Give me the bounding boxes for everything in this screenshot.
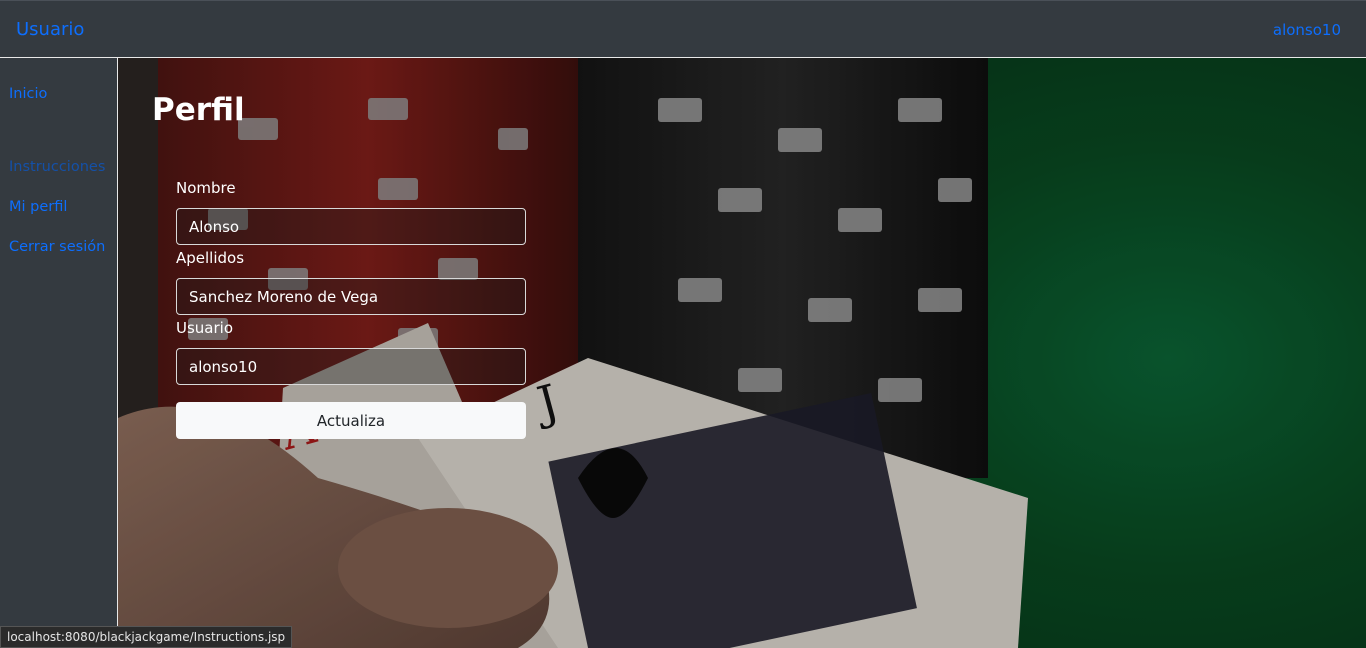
main-content: J A Perfil Nombre Apellidos Usuario Actu… <box>118 58 1366 648</box>
sidebar: Inicio Instrucciones Mi perfil Cerrar se… <box>0 58 118 648</box>
sidebar-item-inicio[interactable]: Inicio <box>9 86 47 102</box>
browser-status-bar: localhost:8080/blackjackgame/Instruction… <box>0 626 293 648</box>
navbar-user-link[interactable]: alonso10 <box>1273 21 1341 39</box>
navbar-brand-link[interactable]: Usuario <box>16 19 84 40</box>
nombre-input[interactable] <box>176 208 526 245</box>
top-navbar: Usuario alonso10 <box>0 0 1366 58</box>
sidebar-item-mi-perfil[interactable]: Mi perfil <box>9 199 67 215</box>
sidebar-item-cerrar-sesion[interactable]: Cerrar sesión <box>9 239 105 255</box>
nombre-label: Nombre <box>176 179 236 197</box>
apellidos-input[interactable] <box>176 278 526 315</box>
usuario-input[interactable] <box>176 348 526 385</box>
page-title: Perfil <box>152 92 245 128</box>
sidebar-item-instrucciones[interactable]: Instrucciones <box>9 159 105 175</box>
usuario-label: Usuario <box>176 319 234 337</box>
actualiza-button[interactable]: Actualiza <box>176 402 526 439</box>
apellidos-label: Apellidos <box>176 249 245 267</box>
